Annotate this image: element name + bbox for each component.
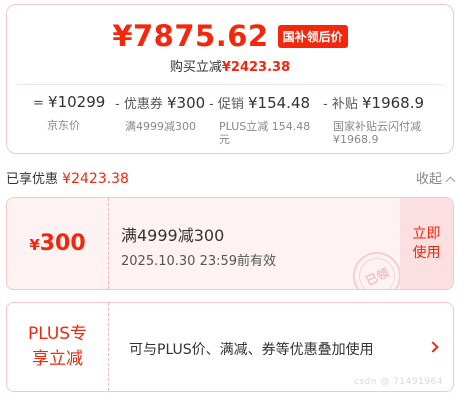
breakdown-prefix: 促销 [217, 97, 244, 112]
breakdown-label: 京东价 [47, 119, 80, 132]
breakdown-operator: - [115, 97, 120, 112]
coupon-condition: 满4999减300 [121, 226, 225, 245]
collapse-button[interactable]: 收起 [415, 168, 456, 187]
use-coupon-button[interactable]: 立即使用 [400, 198, 453, 289]
coupon-amount-panel: ¥300 [7, 198, 109, 289]
collapse-label: 收起 [415, 172, 442, 187]
discount-label: 已享优惠 [6, 172, 59, 187]
final-price: ¥7875.62 [112, 19, 269, 53]
watermark: csdn @ 71491964 [353, 377, 443, 387]
breakdown-coupon: - 优惠券 ¥300 满4999减300 [115, 93, 211, 133]
breakdown-value: ¥154.48 [248, 94, 311, 112]
discount-value: ¥2423.38 [62, 171, 129, 187]
plus-discount-card[interactable]: PLUS专享立减 可与PLUS价、满减、券等优惠叠加使用 csdn @ 7149… [6, 302, 454, 392]
breakdown-operator: = [33, 96, 44, 111]
breakdown-value: ¥300 [167, 94, 206, 112]
breakdown-label: 国家补贴云闪付减¥1968.9 [333, 120, 421, 146]
breakdown-prefix: 优惠券 [123, 97, 163, 112]
breakdown-operator: - [209, 97, 214, 112]
price-tag-badge: 国补领后价 [277, 24, 348, 48]
breakdown-subsidy: - 补贴 ¥1968.9 国家补贴云闪付减¥1968.9 [323, 93, 453, 146]
chevron-right-icon[interactable] [427, 341, 439, 353]
breakdown-operator: - [323, 97, 328, 112]
breakdown-value: ¥1968.9 [362, 94, 425, 112]
breakdown-prefix: 补贴 [331, 97, 358, 112]
saving-label: 购买立减 [169, 60, 222, 75]
price-breakdown: = ¥10299 京东价 - 优惠券 ¥300 满4999减300 - 促销 ¥… [7, 93, 453, 153]
final-price-row: ¥7875.62 国补领后价 [7, 19, 453, 53]
breakdown-label: PLUS立减 154.48元 [219, 120, 311, 146]
stamp-text: 已领 [363, 265, 392, 288]
coupon-card: ¥300 满4999减300 2025.10.30 23:59前有效 已领 立即… [6, 197, 454, 290]
coupon-details: 满4999减300 2025.10.30 23:59前有效 [121, 222, 276, 269]
plus-description: 可与PLUS价、满减、券等优惠叠加使用 [129, 342, 374, 358]
coupon-value: 300 [39, 231, 86, 256]
summary-divider [17, 84, 443, 85]
price-summary-card: ¥7875.62 国补领后价 购买立减¥2423.38 = ¥10299 京东价… [6, 4, 454, 154]
breakdown-jd-price: = ¥10299 京东价 [33, 93, 113, 132]
saving-value: ¥2423.38 [221, 60, 291, 75]
coupon-amount: ¥300 [29, 231, 85, 256]
coupon-currency: ¥ [29, 236, 40, 254]
breakdown-promotion: - 促销 ¥154.48 PLUS立减 154.48元 [209, 93, 321, 146]
breakdown-label: 满4999减300 [125, 120, 196, 133]
breakdown-value: ¥10299 [48, 93, 106, 111]
plus-title-panel: PLUS专享立减 [7, 303, 109, 391]
discount-header: 已享优惠 ¥2423.38 收起 [6, 168, 456, 187]
total-saving: 购买立减¥2423.38 [7, 56, 453, 75]
coupon-validity: 2025.10.30 23:59前有效 [121, 254, 277, 269]
chevron-up-icon [445, 176, 456, 187]
plus-title: PLUS专享立减 [27, 324, 88, 369]
use-coupon-label: 立即使用 [412, 225, 441, 261]
